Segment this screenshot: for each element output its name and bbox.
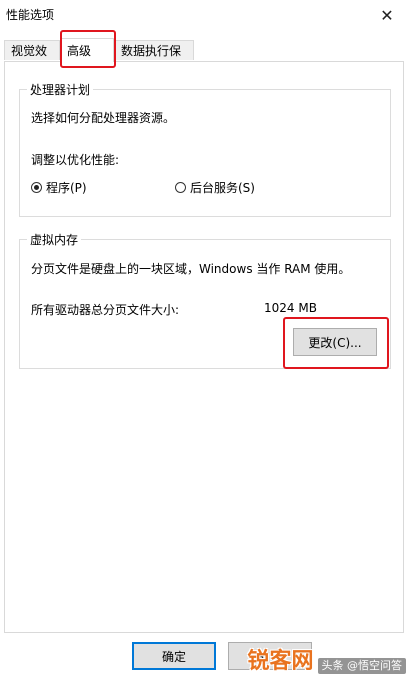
processor-scheduling-group: 处理器计划 选择如何分配处理器资源。 调整以优化性能: 程序(P) 后台服务(S… (19, 81, 391, 217)
watermark-caption: 头条 @悟空问答 (317, 658, 406, 674)
tab-label: 高级 (67, 44, 92, 58)
change-button-label: 更改(C)... (308, 335, 362, 350)
watermark-logo: 锐客网 (247, 649, 314, 674)
close-button[interactable]: ✕ (364, 0, 410, 30)
window-title: 性能选项 (6, 8, 55, 22)
tab-data-execution-prevention[interactable]: 数据执行保护 (114, 40, 194, 78)
processor-description: 选择如何分配处理器资源。 (31, 111, 176, 125)
radio-selected-icon (31, 182, 42, 193)
tab-advanced[interactable]: 高级 (60, 38, 114, 62)
virtual-memory-group-title: 虚拟内存 (27, 231, 82, 248)
radio-programs[interactable]: 程序(P) (31, 179, 87, 196)
total-paging-size-label: 所有驱动器总分页文件大小: (31, 303, 180, 317)
radio-background-services[interactable]: 后台服务(S) (175, 179, 255, 196)
tab-visual-effects[interactable]: 视觉效果 (4, 40, 60, 78)
tab-panel-advanced: 处理器计划 选择如何分配处理器资源。 调整以优化性能: 程序(P) 后台服务(S… (4, 61, 404, 633)
radio-background-label: 后台服务(S) (190, 181, 255, 195)
ok-button[interactable]: 确定 (132, 642, 216, 670)
total-paging-size-value: 1024 MB (264, 301, 317, 315)
virtual-memory-group: 虚拟内存 分页文件是硬盘上的一块区域，Windows 当作 RAM 使用。 所有… (19, 231, 391, 369)
adjust-for-label: 调整以优化性能: (31, 153, 120, 167)
change-virtual-memory-button[interactable]: 更改(C)... (293, 328, 377, 356)
close-icon: ✕ (380, 5, 394, 25)
tab-bar: 视觉效果 高级 数据执行保护 (4, 38, 404, 78)
paging-file-description: 分页文件是硬盘上的一块区域，Windows 当作 RAM 使用。 (31, 262, 351, 276)
title-bar: 性能选项 ✕ (0, 0, 410, 32)
ok-button-label: 确定 (161, 649, 186, 664)
radio-programs-label: 程序(P) (46, 181, 87, 195)
watermark: 锐客网 头条 @悟空问答 (247, 650, 406, 674)
radio-unselected-icon (175, 182, 186, 193)
processor-group-title: 处理器计划 (27, 81, 94, 98)
